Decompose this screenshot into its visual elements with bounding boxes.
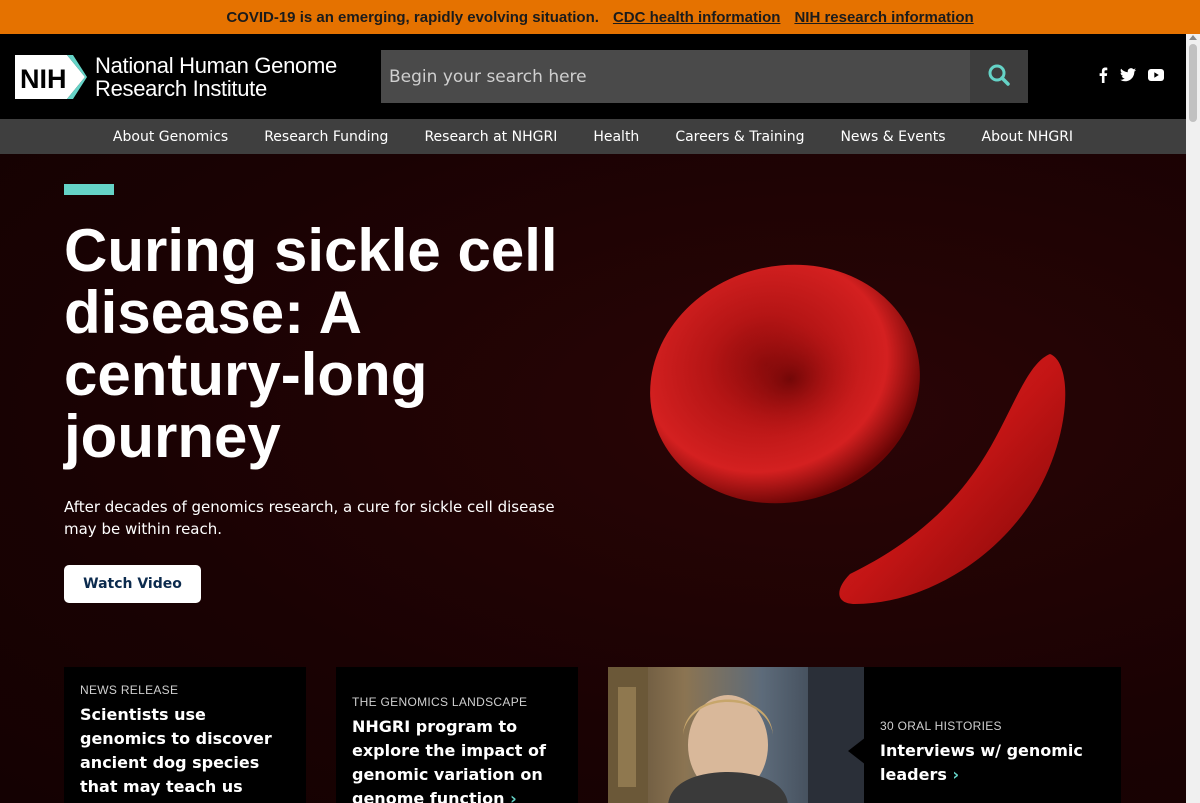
card-kicker: NEWS RELEASE [80,683,179,697]
page-scrollbar[interactable] [1186,34,1200,803]
twitter-icon[interactable] [1120,68,1136,82]
logo-line1: National Human Genome [95,53,337,78]
card-title[interactable]: Scientists use genomics to discover anci… [80,703,290,803]
cdc-link[interactable]: CDC health information [613,9,781,26]
news-card[interactable]: NEWS RELEASE Scientists use genomics to … [64,667,306,803]
card-title-wrap[interactable]: NHGRI program to explore the impact of g… [352,715,562,803]
logo-wordmark: National Human Genome Research Institute [95,54,337,100]
search-input[interactable] [381,50,971,103]
search-icon [988,64,1010,90]
covid-banner: COVID-19 is an emerging, rapidly evolvin… [0,0,1200,34]
nav-careers-training[interactable]: Careers & Training [675,129,804,145]
nav-news-events[interactable]: News & Events [840,129,945,145]
site-header: NIH National Human Genome Research Insti… [0,34,1186,119]
nhgri-logo[interactable]: NIH National Human Genome Research Insti… [15,54,337,100]
watch-video-button[interactable]: Watch Video [64,565,201,603]
search-bar [381,50,1028,103]
genomics-landscape-card[interactable]: THE GENOMICS LANDSCAPE NHGRI program to … [336,667,578,803]
hero-description: After decades of genomics research, a cu… [64,498,555,538]
hero-section: Curing sickle cell disease: A century-lo… [0,154,1186,803]
card-text: 30 ORAL HISTORIES Interviews w/ genomic … [880,719,1110,787]
interview-photo [608,667,864,803]
chevron-right-icon: › [510,789,517,803]
nav-research-funding[interactable]: Research Funding [264,129,388,145]
card-title-wrap[interactable]: Interviews w/ genomic leaders › [880,739,1110,787]
nav-about-genomics[interactable]: About Genomics [113,129,228,145]
logo-line2: Research Institute [95,76,267,101]
social-links [1098,67,1164,83]
card-kicker: 30 ORAL HISTORIES [880,719,1002,733]
search-button[interactable] [970,50,1028,103]
youtube-icon[interactable] [1148,69,1164,81]
scroll-thumb[interactable] [1189,44,1197,122]
blood-cells-image [640,254,1080,618]
svg-text:NIH: NIH [20,64,67,94]
nav-about-nhgri[interactable]: About NHGRI [982,129,1074,145]
banner-message: COVID-19 is an emerging, rapidly evolvin… [226,8,599,26]
hero-title: Curing sickle cell disease: A century-lo… [64,217,558,470]
nih-research-link[interactable]: NIH research information [794,9,973,26]
scroll-up-arrow-icon[interactable] [1189,35,1197,40]
facebook-icon[interactable] [1098,67,1108,83]
card-title: NHGRI program to explore the impact of g… [352,717,546,803]
nav-research-at-nhgri[interactable]: Research at NHGRI [424,129,557,145]
oral-histories-card[interactable]: 30 ORAL HISTORIES Interviews w/ genomic … [608,667,1121,803]
card-kicker: THE GENOMICS LANDSCAPE [352,695,528,709]
card-title: Interviews w/ genomic leaders [880,741,1083,784]
nih-logo-icon: NIH [15,55,87,99]
card-pointer [848,737,866,765]
accent-bar [64,184,114,195]
main-nav: About Genomics Research Funding Research… [0,119,1186,154]
nav-health[interactable]: Health [593,129,639,145]
chevron-right-icon: › [952,765,960,784]
